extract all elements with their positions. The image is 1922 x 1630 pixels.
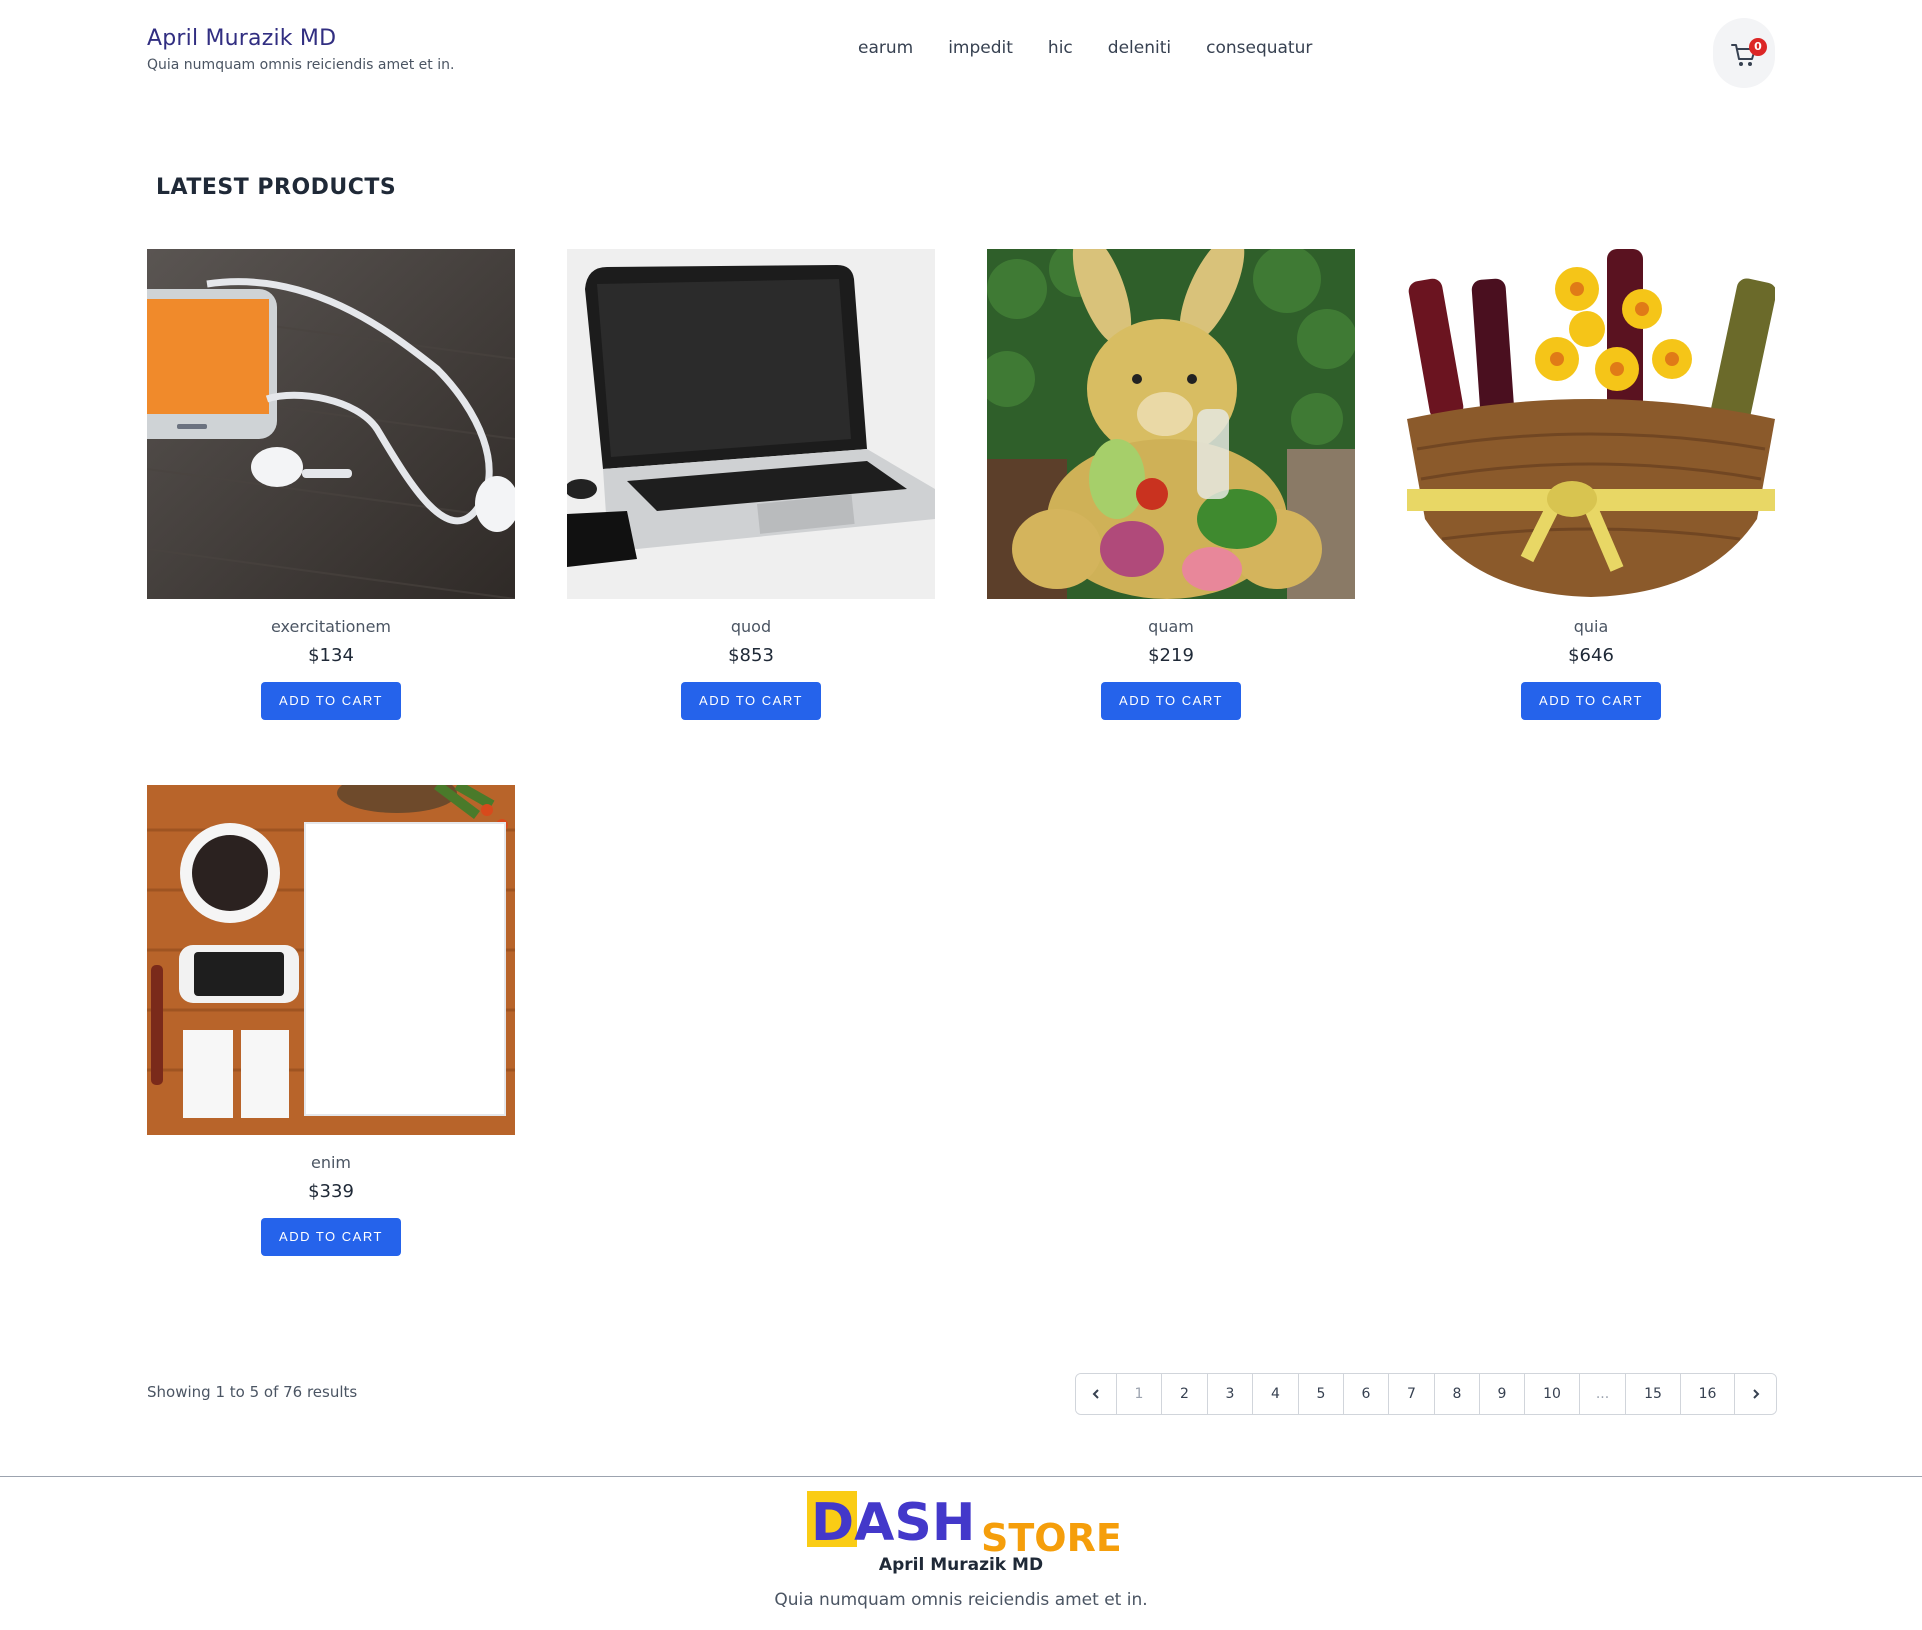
nav-item-impedit[interactable]: impedit <box>948 38 1013 58</box>
product-price: $134 <box>308 645 354 666</box>
nav-item-deleniti[interactable]: deleniti <box>1108 38 1171 58</box>
page-6-button[interactable]: 6 <box>1344 1374 1389 1414</box>
product-card: quod $853 ADD TO CART <box>567 249 935 720</box>
product-card: enim $339 ADD TO CART <box>147 785 515 1256</box>
footer-logo[interactable]: DASH STORE <box>805 1483 1122 1560</box>
product-name[interactable]: enim <box>147 1153 515 1172</box>
product-name[interactable]: quod <box>567 617 935 636</box>
site-title[interactable]: April Murazik MD <box>147 26 454 51</box>
product-name[interactable]: quia <box>1407 617 1775 636</box>
product-image[interactable] <box>147 249 515 599</box>
results-summary: Showing 1 to 5 of 76 results <box>147 1383 358 1401</box>
page-7-button[interactable]: 7 <box>1389 1374 1435 1414</box>
product-name[interactable]: quam <box>987 617 1355 636</box>
pagination: 1 2 3 4 5 6 7 8 9 10 ... 15 16 <box>1075 1373 1777 1415</box>
page-2-button[interactable]: 2 <box>1162 1374 1208 1414</box>
add-to-cart-button[interactable]: ADD TO CART <box>1101 682 1241 720</box>
product-price: $219 <box>1148 645 1194 666</box>
add-to-cart-button[interactable]: ADD TO CART <box>1521 682 1661 720</box>
add-to-cart-button[interactable]: ADD TO CART <box>681 682 821 720</box>
page-15-button[interactable]: 15 <box>1626 1374 1681 1414</box>
page-8-button[interactable]: 8 <box>1435 1374 1480 1414</box>
footer-divider <box>0 1476 1922 1477</box>
page-1-button[interactable]: 1 <box>1117 1374 1162 1414</box>
product-card: exercitationem $134 ADD TO CART <box>147 249 515 720</box>
page-4-button[interactable]: 4 <box>1253 1374 1299 1414</box>
add-to-cart-button[interactable]: ADD TO CART <box>261 1218 401 1256</box>
product-image[interactable] <box>147 785 515 1135</box>
cart-count-badge: 0 <box>1749 38 1767 56</box>
site-tagline: Quia numquam omnis reiciendis amet et in… <box>147 57 455 73</box>
pagination-next-button[interactable] <box>1735 1374 1776 1414</box>
product-image[interactable] <box>1407 249 1775 599</box>
nav-item-earum[interactable]: earum <box>858 38 913 58</box>
brand[interactable]: April Murazik MD Quia numquam omnis reic… <box>147 26 454 73</box>
product-price: $853 <box>728 645 774 666</box>
footer-tagline: Quia numquam omnis reiciendis amet et in… <box>774 1590 1148 1610</box>
chevron-right-icon <box>1752 1389 1759 1399</box>
product-price: $646 <box>1568 645 1614 666</box>
nav-item-hic[interactable]: hic <box>1048 38 1073 58</box>
section-title: LATEST PRODUCTS <box>156 175 397 200</box>
site-header: April Murazik MD Quia numquam omnis reic… <box>0 0 1922 105</box>
product-price: $339 <box>308 1181 354 1202</box>
product-card: quam $219 ADD TO CART <box>987 249 1355 720</box>
page-10-button[interactable]: 10 <box>1525 1374 1580 1414</box>
logo-text-store: STORE <box>981 1516 1119 1553</box>
nav-item-consequatur[interactable]: consequatur <box>1206 38 1312 58</box>
pagination-prev-button[interactable] <box>1076 1374 1117 1414</box>
product-name[interactable]: exercitationem <box>147 617 515 636</box>
pagination-ellipsis: ... <box>1580 1374 1626 1414</box>
page-9-button[interactable]: 9 <box>1480 1374 1525 1414</box>
page-3-button[interactable]: 3 <box>1208 1374 1253 1414</box>
product-image[interactable] <box>567 249 935 599</box>
page-5-button[interactable]: 5 <box>1299 1374 1344 1414</box>
chevron-left-icon <box>1092 1389 1099 1399</box>
cart-button[interactable]: 0 <box>1713 18 1775 88</box>
main-nav: earum impedit hic deleniti consequatur <box>858 38 1347 58</box>
logo-text-dash: DASH <box>811 1493 975 1553</box>
add-to-cart-button[interactable]: ADD TO CART <box>261 682 401 720</box>
footer-site-name: April Murazik MD <box>878 1555 1044 1575</box>
product-image[interactable] <box>987 249 1355 599</box>
page-16-button[interactable]: 16 <box>1681 1374 1735 1414</box>
product-card: quia $646 ADD TO CART <box>1407 249 1775 720</box>
